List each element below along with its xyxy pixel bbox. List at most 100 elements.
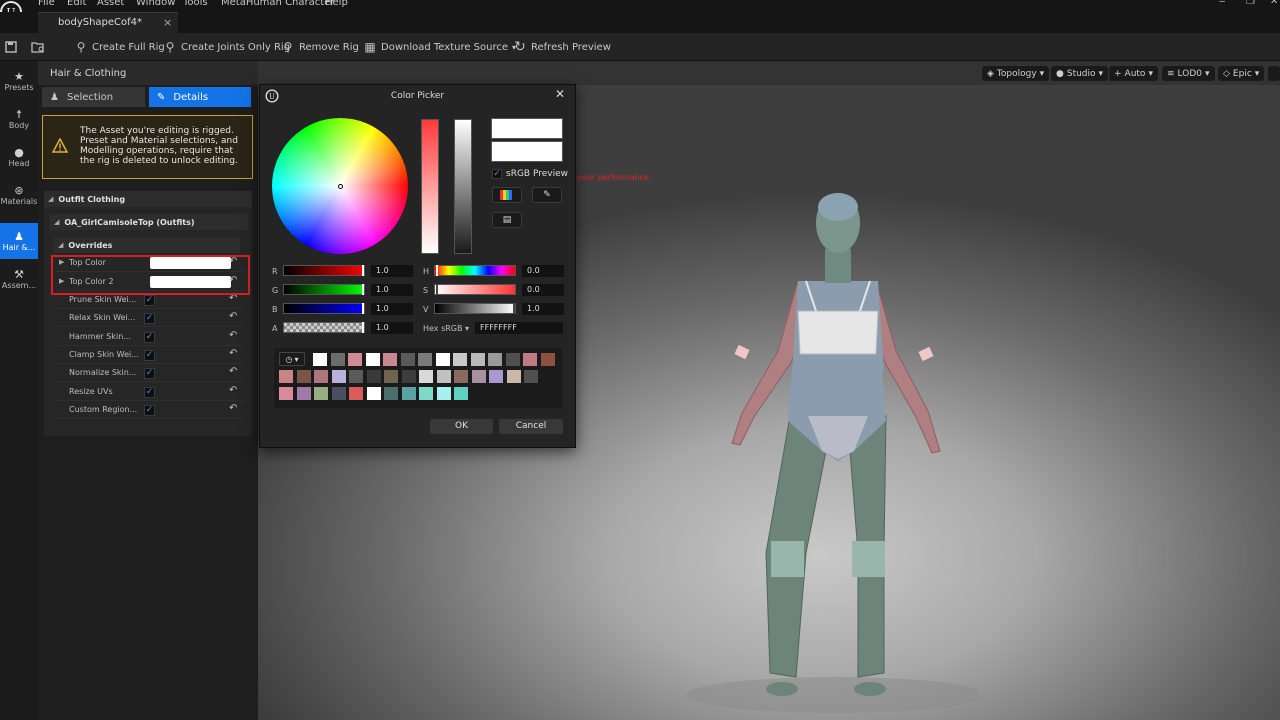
hammer-skin-checkbox[interactable]: ✓ bbox=[144, 332, 155, 343]
palette-swatch[interactable] bbox=[523, 353, 537, 366]
rail-assembly[interactable]: ⚒ Assem... bbox=[0, 261, 38, 297]
blue-value-field[interactable]: 1.0 bbox=[371, 303, 413, 315]
palette-swatch[interactable] bbox=[348, 353, 362, 366]
rail-materials[interactable]: ⊛ Materials bbox=[0, 177, 38, 213]
reset-icon[interactable]: ↶ bbox=[229, 403, 237, 414]
cancel-button[interactable]: Cancel bbox=[499, 419, 563, 434]
tab-selection[interactable]: ♟ Selection bbox=[42, 87, 145, 107]
palette-swatch[interactable] bbox=[279, 370, 293, 383]
palette-swatch[interactable] bbox=[418, 353, 432, 366]
palette-swatch[interactable] bbox=[331, 370, 346, 383]
palette-swatch[interactable] bbox=[384, 387, 398, 400]
menu-edit[interactable]: Edit bbox=[67, 0, 86, 8]
recent-colors-dropdown[interactable]: ◷ ▾ bbox=[279, 352, 305, 366]
eyedropper-button[interactable]: ✎ bbox=[532, 187, 562, 203]
palette-swatch[interactable] bbox=[314, 387, 328, 400]
rail-body[interactable]: ☨ Body bbox=[0, 101, 38, 137]
palette-swatch[interactable] bbox=[419, 370, 433, 383]
tab-close-icon[interactable]: × bbox=[163, 16, 172, 29]
green-slider[interactable] bbox=[283, 284, 365, 295]
prune-skin-checkbox[interactable]: ✓ bbox=[144, 295, 155, 306]
alpha-slider[interactable] bbox=[283, 322, 365, 333]
palette-swatch[interactable] bbox=[471, 370, 486, 383]
blue-slider[interactable] bbox=[283, 303, 365, 314]
palette-swatch[interactable] bbox=[435, 353, 450, 366]
palette-swatch[interactable] bbox=[454, 387, 468, 400]
section-overrides[interactable]: ◢ Overrides bbox=[54, 237, 240, 253]
palette-swatch[interactable] bbox=[330, 353, 345, 366]
menu-asset[interactable]: Asset bbox=[97, 0, 124, 8]
section-outfit-clothing[interactable]: ◢ Outfit Clothing bbox=[44, 191, 252, 207]
palette-swatch[interactable] bbox=[540, 353, 555, 366]
remove-rig-button[interactable]: ⚲ Remove Rig bbox=[281, 33, 359, 61]
sat-value-field[interactable]: 0.0 bbox=[522, 284, 564, 296]
value-slider[interactable] bbox=[454, 119, 472, 254]
ok-button[interactable]: OK bbox=[430, 419, 493, 434]
color-library-button[interactable]: ▤ bbox=[492, 212, 522, 228]
palette-swatch[interactable] bbox=[454, 370, 468, 383]
palette-swatch[interactable] bbox=[383, 353, 397, 366]
tab-details[interactable]: ✎ Details bbox=[149, 87, 251, 107]
menu-file[interactable]: File bbox=[38, 0, 55, 8]
minimize-icon[interactable]: ‒ bbox=[1219, 0, 1225, 7]
palette-swatch[interactable] bbox=[366, 370, 381, 383]
download-texture-button[interactable]: ▦ Download Texture Source ▾ bbox=[363, 33, 516, 61]
val-value-field[interactable]: 1.0 bbox=[522, 303, 564, 315]
palette-swatch[interactable] bbox=[488, 353, 502, 366]
palette-swatch[interactable] bbox=[489, 370, 503, 383]
reset-icon[interactable]: ↶ bbox=[229, 348, 237, 359]
palette-swatch[interactable] bbox=[349, 370, 363, 383]
palette-swatch[interactable] bbox=[436, 370, 451, 383]
palette-swatch[interactable] bbox=[365, 353, 380, 366]
palette-swatch[interactable] bbox=[384, 370, 398, 383]
close-window-icon[interactable]: ✕ bbox=[1270, 0, 1278, 7]
custom-region-checkbox[interactable]: ✓ bbox=[144, 405, 155, 416]
resize-uvs-checkbox[interactable]: ✓ bbox=[144, 387, 155, 398]
palette-swatch[interactable] bbox=[524, 370, 538, 383]
palette-swatch[interactable] bbox=[296, 370, 311, 383]
red-slider[interactable] bbox=[283, 265, 365, 276]
clamp-skin-checkbox[interactable]: ✓ bbox=[144, 350, 155, 361]
alpha-value-field[interactable]: 1.0 bbox=[371, 322, 413, 334]
srgb-checkbox[interactable]: ✓ bbox=[492, 169, 502, 179]
palette-swatch[interactable] bbox=[296, 387, 311, 400]
relax-skin-checkbox[interactable]: ✓ bbox=[144, 313, 155, 324]
hex-value-field[interactable]: FFFFFFFF bbox=[475, 322, 563, 334]
rail-head[interactable]: ● Head bbox=[0, 139, 38, 175]
save-button[interactable] bbox=[4, 33, 18, 61]
palette-swatch[interactable] bbox=[314, 370, 328, 383]
hue-value-field[interactable]: 0.0 bbox=[522, 265, 564, 277]
menu-window[interactable]: Window bbox=[136, 0, 175, 8]
rail-presets[interactable]: ★ Presets bbox=[0, 63, 38, 99]
lod-dropdown[interactable]: ≋ LOD0 ▾ bbox=[1162, 66, 1215, 81]
topology-dropdown[interactable]: ◈ Topology ▾ bbox=[982, 66, 1050, 81]
srgb-preview-toggle[interactable]: ✓ sRGB Preview bbox=[492, 169, 568, 179]
val-slider[interactable] bbox=[434, 303, 516, 314]
studio-dropdown[interactable]: ● Studio ▾ bbox=[1051, 66, 1109, 81]
tab-bodyshape[interactable]: bodyShapeCof4* × bbox=[38, 12, 178, 33]
section-outfit-item[interactable]: ◢ OA_GirlCamisoleTop (Outfits) bbox=[50, 214, 248, 230]
menu-tools[interactable]: Tools bbox=[183, 0, 208, 8]
palette-swatch[interactable] bbox=[349, 387, 363, 400]
viewport-more-button[interactable] bbox=[1268, 66, 1280, 81]
color-themes-button[interactable] bbox=[492, 187, 522, 203]
color-picker-titlebar[interactable]: U Color Picker ✕ bbox=[260, 85, 575, 107]
palette-swatch[interactable] bbox=[313, 353, 327, 366]
rail-hair-clothing[interactable]: ♟ Hair &... bbox=[0, 223, 38, 259]
create-joints-rig-button[interactable]: ⚲ Create Joints Only Rig bbox=[163, 33, 290, 61]
menu-help[interactable]: Help bbox=[325, 0, 348, 8]
palette-swatch[interactable] bbox=[436, 387, 451, 400]
close-icon[interactable]: ✕ bbox=[555, 87, 565, 101]
quality-dropdown[interactable]: ◇ Epic ▾ bbox=[1218, 66, 1265, 81]
palette-swatch[interactable] bbox=[279, 387, 293, 400]
auto-dropdown[interactable]: + Auto ▾ bbox=[1109, 66, 1158, 81]
reset-icon[interactable]: ↶ bbox=[229, 311, 237, 322]
maximize-icon[interactable]: ❐ bbox=[1246, 0, 1255, 7]
palette-swatch[interactable] bbox=[470, 353, 485, 366]
palette-swatch[interactable] bbox=[453, 353, 467, 366]
palette-swatch[interactable] bbox=[400, 353, 415, 366]
red-value-field[interactable]: 1.0 bbox=[371, 265, 413, 277]
reset-icon[interactable]: ↶ bbox=[229, 330, 237, 341]
palette-swatch[interactable] bbox=[505, 353, 520, 366]
create-full-rig-button[interactable]: ⚲ Create Full Rig bbox=[74, 33, 165, 61]
